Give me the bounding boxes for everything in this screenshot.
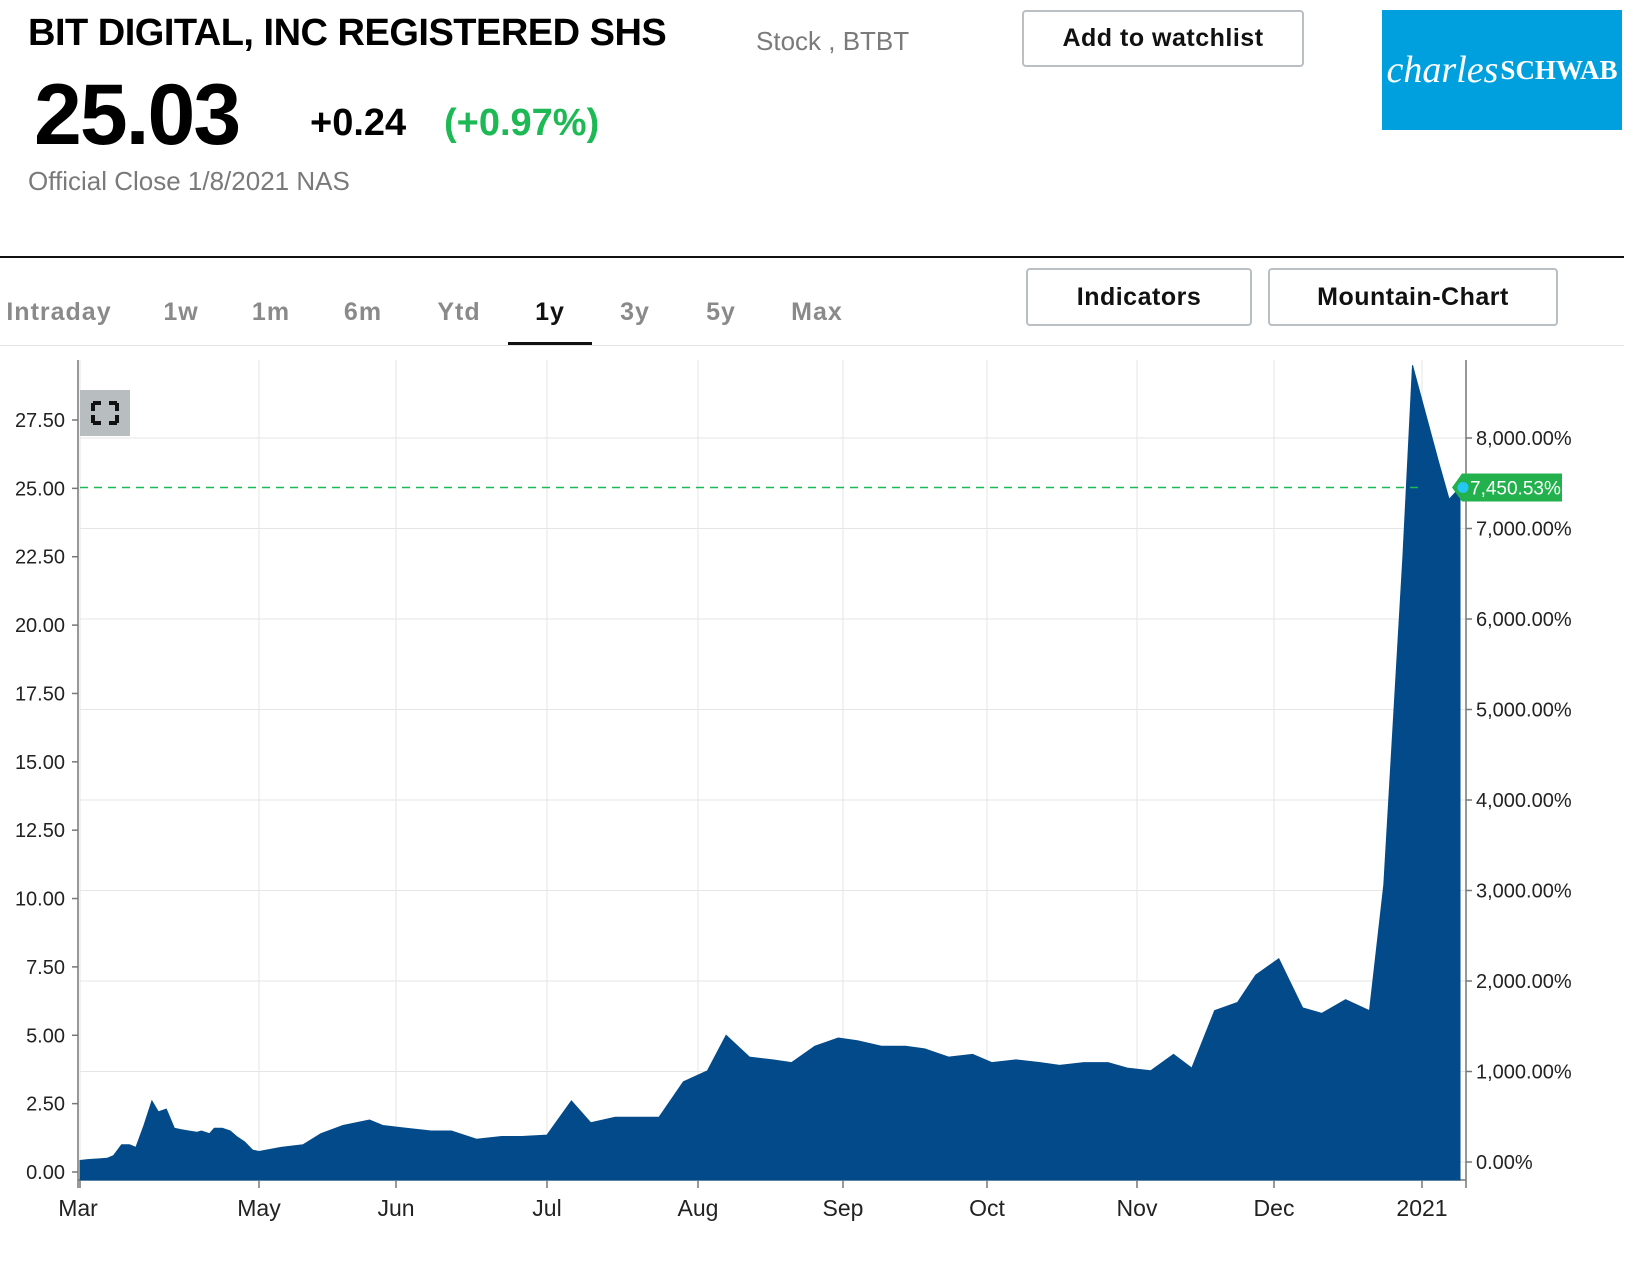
header-divider bbox=[0, 256, 1624, 258]
tab-1w[interactable]: 1w bbox=[150, 286, 212, 342]
x-tick-label: May bbox=[237, 1195, 281, 1221]
tab-max[interactable]: Max bbox=[778, 286, 856, 342]
y-tick-label: 22.50 bbox=[15, 547, 65, 569]
x-tick-label: Aug bbox=[678, 1195, 719, 1221]
tab-1m[interactable]: 1m bbox=[240, 286, 302, 342]
y2-tick-label: 8,000.00% bbox=[1476, 428, 1572, 450]
x-tick-label: Nov bbox=[1117, 1195, 1158, 1221]
x-tick-label: Jul bbox=[532, 1195, 561, 1221]
y2-tick-label: 7,000.00% bbox=[1476, 519, 1572, 541]
logo-text-charles: charles bbox=[1386, 49, 1499, 91]
y-tick-label: 17.50 bbox=[15, 683, 65, 705]
schwab-logo[interactable]: charles SCHWAB bbox=[1382, 10, 1622, 130]
security-title: BIT DIGITAL, INC REGISTERED SHS bbox=[28, 12, 667, 54]
logo-text-schwab: SCHWAB bbox=[1500, 54, 1618, 85]
y-tick-label: 15.00 bbox=[15, 752, 65, 774]
tab-ytd[interactable]: Ytd bbox=[424, 286, 494, 342]
official-close-label: Official Close 1/8/2021 NAS bbox=[28, 166, 350, 196]
last-price: 25.03 bbox=[34, 67, 241, 163]
y-tick-label: 0.00 bbox=[26, 1162, 65, 1184]
x-tick-label: Jun bbox=[377, 1195, 414, 1221]
indicators-button[interactable]: Indicators bbox=[1026, 268, 1252, 326]
last-price-badge-label: 7,450.53% bbox=[1470, 479, 1561, 500]
y2-tick-label: 0.00% bbox=[1476, 1152, 1533, 1174]
tab-intraday[interactable]: Intraday bbox=[0, 286, 118, 342]
y2-tick-label: 2,000.00% bbox=[1476, 971, 1572, 993]
y2-tick-label: 5,000.00% bbox=[1476, 700, 1572, 722]
y-tick-label: 5.00 bbox=[26, 1025, 65, 1047]
x-tick-label: Oct bbox=[969, 1195, 1005, 1221]
chart-type-button[interactable]: Mountain-Chart bbox=[1268, 268, 1558, 326]
security-subtitle: Stock , BTBT bbox=[756, 26, 910, 56]
add-to-watchlist-button[interactable]: Add to watchlist bbox=[1022, 10, 1304, 67]
expand-chart-button[interactable] bbox=[80, 390, 130, 436]
y-tick-label: 2.50 bbox=[26, 1094, 65, 1116]
y-tick-label: 27.50 bbox=[15, 410, 65, 432]
last-point-marker bbox=[1457, 482, 1469, 494]
tab-6m[interactable]: 6m bbox=[330, 286, 396, 342]
y-tick-label: 10.00 bbox=[15, 889, 65, 911]
y-tick-label: 7.50 bbox=[26, 957, 65, 979]
y2-tick-label: 1,000.00% bbox=[1476, 1062, 1572, 1084]
y-tick-label: 12.50 bbox=[15, 820, 65, 842]
toolbar-divider bbox=[0, 345, 1624, 346]
price-change: +0.24 bbox=[310, 102, 407, 144]
y2-tick-label: 3,000.00% bbox=[1476, 881, 1572, 903]
x-tick-label: Mar bbox=[58, 1195, 98, 1221]
tab-5y[interactable]: 5y bbox=[690, 286, 752, 342]
x-tick-label: Dec bbox=[1254, 1195, 1295, 1221]
y-tick-label: 25.00 bbox=[15, 478, 65, 500]
price-change-percent: (+0.97%) bbox=[444, 102, 600, 144]
price-chart[interactable]: 0.00 2.50 5.00 7.50 10.00 12.50 15.00 17.50 20.0… bbox=[0, 360, 1628, 1278]
tab-1y[interactable]: 1y bbox=[508, 286, 592, 346]
y2-tick-label: 4,000.00% bbox=[1476, 790, 1572, 812]
y2-tick-label: 6,000.00% bbox=[1476, 609, 1572, 631]
y-tick-label: 20.00 bbox=[15, 615, 65, 637]
x-tick-label: Sep bbox=[823, 1195, 864, 1221]
expand-icon bbox=[91, 401, 119, 425]
tab-3y[interactable]: 3y bbox=[604, 286, 666, 342]
x-tick-label: 2021 bbox=[1396, 1195, 1447, 1221]
